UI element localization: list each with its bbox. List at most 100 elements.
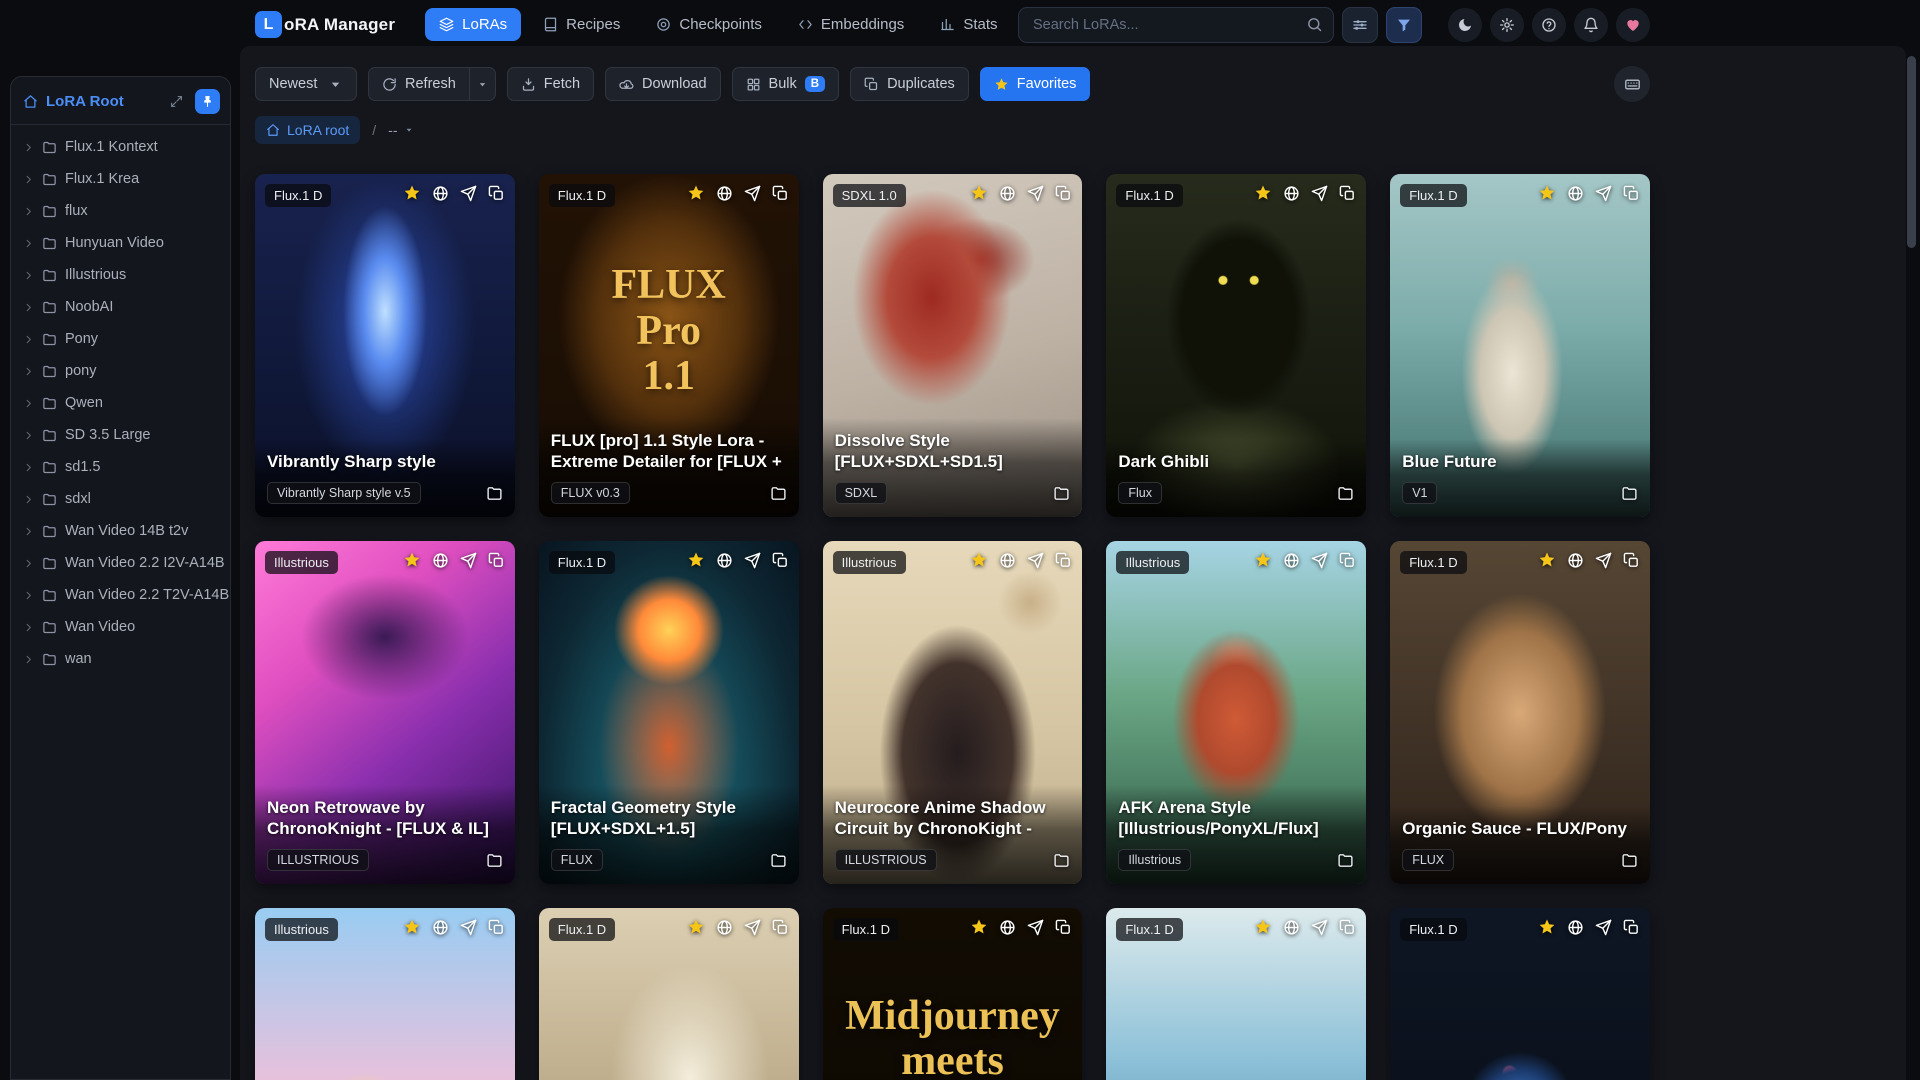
favorite-star-icon[interactable] [1538,184,1556,202]
globe-icon[interactable] [1283,552,1300,569]
copy-icon[interactable] [488,185,505,202]
copy-icon[interactable] [488,552,505,569]
favorite-star-icon[interactable] [1254,184,1272,202]
copy-icon[interactable] [772,552,789,569]
nav-item-recipes[interactable]: Recipes [529,8,634,41]
send-icon[interactable] [460,919,477,936]
duplicates-button[interactable]: Duplicates [850,67,969,101]
folder-icon[interactable] [486,485,503,502]
folder-icon[interactable] [486,852,503,869]
sidebar-folder-flux-1-krea[interactable]: Flux.1 Krea [11,163,230,195]
send-icon[interactable] [1595,919,1612,936]
sidebar-folder-pony[interactable]: Pony [11,323,230,355]
breadcrumb-root[interactable]: LoRA root [255,116,361,144]
favorite-star-icon[interactable] [1254,551,1272,569]
globe-icon[interactable] [716,919,733,936]
send-icon[interactable] [1595,552,1612,569]
favorite-star-icon[interactable] [687,551,705,569]
globe-icon[interactable] [999,552,1016,569]
sidebar-folder-qwen[interactable]: Qwen [11,387,230,419]
pin-sidebar-button[interactable] [195,89,220,114]
refresh-button[interactable]: Refresh [368,67,470,101]
globe-icon[interactable] [1567,185,1584,202]
bulk-button[interactable]: Bulk B [731,67,840,101]
scrollbar-thumb[interactable] [1907,56,1916,248]
sort-dropdown[interactable]: Newest [255,67,357,101]
favorite-star-icon[interactable] [1254,918,1272,936]
favorite-star-icon[interactable] [970,551,988,569]
send-icon[interactable] [744,919,761,936]
copy-icon[interactable] [1055,919,1072,936]
lora-card[interactable]: Illustrious AFK Arena Style [Illustrious… [1106,541,1367,884]
folder-icon[interactable] [1053,852,1070,869]
lora-card[interactable]: FLUX Pro 1.1 Flux.1 D FLUX [pro] 1.1 Sty… [538,174,799,517]
nav-item-loras[interactable]: LoRAs [425,8,522,41]
copy-icon[interactable] [1055,185,1072,202]
copy-icon[interactable] [1339,552,1356,569]
globe-icon[interactable] [716,185,733,202]
globe-icon[interactable] [1567,552,1584,569]
sidebar-folder-flux[interactable]: flux [11,195,230,227]
copy-icon[interactable] [488,919,505,936]
folder-icon[interactable] [1053,485,1070,502]
search-input[interactable] [1018,6,1334,43]
copy-icon[interactable] [1623,919,1640,936]
help-icon[interactable] [1532,7,1566,42]
favorites-filter-button[interactable]: Favorites [979,67,1091,101]
lora-card[interactable]: Flux.1 D [538,908,799,1080]
breadcrumb-current[interactable]: -- [388,122,414,138]
send-icon[interactable] [460,185,477,202]
app-logo[interactable]: L oRA Manager [255,11,395,38]
favorite-star-icon[interactable] [970,184,988,202]
lora-card[interactable]: Flux.1 D Vibrantly Sharp style Vibrantly… [255,174,515,517]
lora-card[interactable]: Illustrious Neon Retrowave by ChronoKnig… [255,541,515,884]
favorite-star-icon[interactable] [1538,551,1556,569]
sidebar-folder-wan[interactable]: wan [11,643,230,675]
globe-icon[interactable] [999,919,1016,936]
download-button[interactable]: Download [605,67,721,101]
sidebar-folder-wan-video-2-2-i2v-a14b[interactable]: Wan Video 2.2 I2V-A14B [11,547,230,579]
favorite-star-icon[interactable] [403,918,421,936]
lora-card[interactable]: Flux.1 D Organic Sauce - FLUX/Pony FLUX [1390,541,1650,884]
favorite-star-icon[interactable] [687,918,705,936]
folder-icon[interactable] [1621,852,1638,869]
folder-icon[interactable] [1337,485,1354,502]
lora-card[interactable]: Illustrious [255,908,515,1080]
sliders-filter-button[interactable] [1342,6,1378,43]
sidebar-root-label[interactable]: LoRA Root [46,93,162,110]
sidebar-folder-wan-video[interactable]: Wan Video [11,611,230,643]
sidebar-folder-sd1-5[interactable]: sd1.5 [11,451,230,483]
fetch-button[interactable]: Fetch [506,67,595,101]
send-icon[interactable] [460,552,477,569]
notifications-bell-icon[interactable] [1574,7,1608,42]
send-icon[interactable] [1027,919,1044,936]
sidebar-folder-hunyuan-video[interactable]: Hunyuan Video [11,227,230,259]
globe-icon[interactable] [716,552,733,569]
lora-card[interactable]: Midjourney meets FLUX Flux.1 D [822,908,1083,1080]
send-icon[interactable] [744,552,761,569]
globe-icon[interactable] [1283,185,1300,202]
nav-item-stats[interactable]: Stats [926,8,1011,41]
lora-card[interactable]: Illustrious Neurocore Anime Shadow Circu… [822,541,1083,884]
send-icon[interactable] [1311,185,1328,202]
folder-icon[interactable] [1337,852,1354,869]
refresh-options-caret[interactable] [469,67,496,101]
sidebar-folder-sd-3-5-large[interactable]: SD 3.5 Large [11,419,230,451]
copy-icon[interactable] [1055,552,1072,569]
nav-item-embeddings[interactable]: Embeddings [784,8,918,41]
copy-icon[interactable] [772,919,789,936]
lora-card[interactable]: Flux.1 D [1106,908,1367,1080]
copy-icon[interactable] [1339,185,1356,202]
dark-mode-icon[interactable] [1448,7,1482,42]
globe-icon[interactable] [1567,919,1584,936]
search-icon[interactable] [1306,16,1323,33]
sidebar-folder-pony[interactable]: pony [11,355,230,387]
copy-icon[interactable] [1623,552,1640,569]
support-heart-icon[interactable] [1616,7,1650,42]
lora-card[interactable]: Flux.1 D Dark Ghibli Flux [1106,174,1367,517]
favorite-star-icon[interactable] [687,184,705,202]
send-icon[interactable] [1027,552,1044,569]
globe-icon[interactable] [1283,919,1300,936]
nav-item-checkpoints[interactable]: Checkpoints [642,8,776,41]
favorite-star-icon[interactable] [970,918,988,936]
